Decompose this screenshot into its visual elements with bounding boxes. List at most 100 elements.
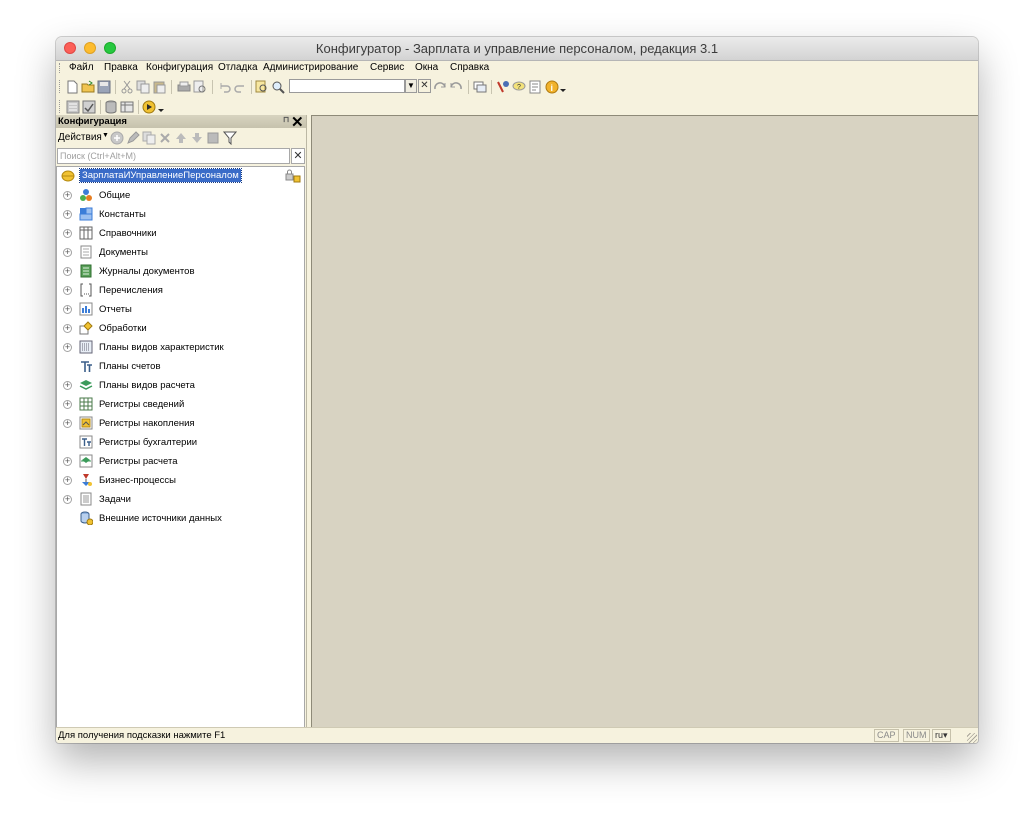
tree-item-label: Внешние источники данных <box>99 513 222 524</box>
help-chat-icon[interactable]: ? <box>512 80 526 94</box>
pin-icon[interactable]: ⊓ <box>283 115 289 124</box>
menu-edit[interactable]: Правка <box>104 62 138 73</box>
search-next-icon[interactable] <box>433 80 447 94</box>
expand-icon[interactable]: + <box>63 457 72 466</box>
configuration-root-icon <box>61 170 75 182</box>
menu-debug[interactable]: Отладка <box>218 62 258 73</box>
tree-item-external-data-sources[interactable]: Внешние источники данных <box>57 509 304 528</box>
copy-icon[interactable] <box>136 80 150 94</box>
print-preview-icon[interactable] <box>193 80 207 94</box>
expand-icon[interactable]: + <box>63 210 72 219</box>
expand-icon[interactable]: + <box>63 305 72 314</box>
windows-icon[interactable] <box>473 80 487 94</box>
clear-search-icon[interactable]: ✕ <box>418 79 431 93</box>
menu-service[interactable]: Сервис <box>370 62 404 73</box>
tree-item-label: Справочники <box>99 228 157 239</box>
expand-icon[interactable]: + <box>63 248 72 257</box>
menu-administration[interactable]: Администрирование <box>263 62 358 73</box>
title-bar[interactable]: Конфигуратор - Зарплата и управление пер… <box>56 37 978 61</box>
tree-item-enumerations[interactable]: + Перечисления <box>57 281 304 300</box>
tree-item-label: Планы видов характеристик <box>99 342 224 353</box>
toolbar-grip[interactable] <box>59 80 62 93</box>
tree-item-label: Задачи <box>99 494 131 505</box>
tree-item-label: Документы <box>99 247 148 258</box>
tree-item-business-processes[interactable]: + Бизнес-процессы <box>57 471 304 490</box>
tree-root-label: ЗарплатаИУправлениеПерсоналом <box>79 168 242 183</box>
undo-icon[interactable] <box>218 80 232 94</box>
tree-item-catalogs[interactable]: + Справочники <box>57 224 304 243</box>
new-document-icon[interactable] <box>65 80 79 94</box>
tree-item-accumulation-registers[interactable]: + Регистры накопления <box>57 414 304 433</box>
info-icon[interactable]: i <box>545 80 567 94</box>
filter-icon[interactable] <box>223 131 237 145</box>
open-configuration-icon[interactable] <box>66 100 80 114</box>
menu-grip[interactable] <box>59 63 62 73</box>
table-icon[interactable] <box>120 100 134 114</box>
tree-item-label: Общие <box>99 190 131 201</box>
panel-search-clear-icon[interactable]: ✕ <box>291 148 305 164</box>
tree-item-documents[interactable]: + Документы <box>57 243 304 262</box>
expand-icon[interactable]: + <box>63 419 72 428</box>
run-debug-icon[interactable] <box>142 100 166 114</box>
toolbar-grip[interactable] <box>59 100 62 113</box>
expand-icon[interactable]: + <box>63 476 72 485</box>
edit-icon[interactable] <box>126 131 140 145</box>
print-icon[interactable] <box>177 80 191 94</box>
tree-item-chart-of-characteristic-types[interactable]: + Планы видов характеристик <box>57 338 304 357</box>
tree-item-common[interactable]: + Общие <box>57 186 304 205</box>
expand-icon[interactable]: + <box>63 400 72 409</box>
tree-item-constants[interactable]: + Константы <box>57 205 304 224</box>
cut-icon[interactable] <box>120 80 134 94</box>
resize-grip-icon[interactable] <box>967 733 977 743</box>
expand-icon[interactable]: + <box>63 381 72 390</box>
tree-item-accounting-registers[interactable]: Регистры бухгалтерии <box>57 433 304 452</box>
paste-icon[interactable] <box>152 80 166 94</box>
tree-item-chart-of-accounts[interactable]: Планы счетов <box>57 357 304 376</box>
expand-icon[interactable]: + <box>63 267 72 276</box>
expand-icon[interactable]: + <box>63 343 72 352</box>
actions-dropdown-icon[interactable]: ▼ <box>102 132 109 139</box>
actions-menu[interactable]: Действия <box>58 132 102 143</box>
lock-icon <box>285 169 301 183</box>
tree-item-calculation-registers[interactable]: + Регистры расчета <box>57 452 304 471</box>
tree-root[interactable]: ЗарплатаИУправлениеПерсоналом <box>57 167 304 186</box>
expand-icon[interactable]: + <box>63 495 72 504</box>
menu-windows[interactable]: Окна <box>415 62 438 73</box>
tree-item-document-journals[interactable]: + Журналы документов <box>57 262 304 281</box>
toolbar-separator <box>212 80 213 94</box>
expand-icon[interactable]: + <box>63 324 72 333</box>
database-icon[interactable] <box>104 100 118 114</box>
find-in-file-icon[interactable] <box>255 80 269 94</box>
find-icon[interactable] <box>271 80 285 94</box>
tree-item-label: Обработки <box>99 323 147 334</box>
add-icon[interactable] <box>110 131 124 145</box>
update-configuration-icon[interactable] <box>82 100 96 114</box>
tree-item-chart-of-calculation-types[interactable]: + Планы видов расчета <box>57 376 304 395</box>
move-down-icon[interactable] <box>190 131 204 145</box>
panel-search-input[interactable]: Поиск (Ctrl+Alt+M) <box>57 148 290 164</box>
search-prev-icon[interactable] <box>449 80 463 94</box>
copy-item-icon[interactable] <box>142 131 156 145</box>
help-book-icon[interactable] <box>528 80 542 94</box>
menu-configuration[interactable]: Конфигурация <box>146 62 213 73</box>
menu-file[interactable]: Файл <box>69 62 94 73</box>
expand-icon[interactable]: + <box>63 286 72 295</box>
open-folder-icon[interactable] <box>81 80 95 94</box>
toolbar-search-input[interactable] <box>289 79 405 93</box>
syntax-assistant-icon[interactable] <box>496 80 510 94</box>
search-dropdown-icon[interactable]: ▼ <box>405 79 417 93</box>
redo-icon[interactable] <box>233 80 247 94</box>
tree-item-reports[interactable]: + Отчеты <box>57 300 304 319</box>
menu-help[interactable]: Справка <box>450 62 489 73</box>
save-icon[interactable] <box>97 80 111 94</box>
tree-item-information-registers[interactable]: + Регистры сведений <box>57 395 304 414</box>
status-language-selector[interactable]: ru▾ <box>932 729 951 742</box>
tree-item-label: Отчеты <box>99 304 132 315</box>
tree-item-tasks[interactable]: + Задачи <box>57 490 304 509</box>
sort-icon[interactable] <box>206 131 220 145</box>
expand-icon[interactable]: + <box>63 229 72 238</box>
tree-item-data-processors[interactable]: + Обработки <box>57 319 304 338</box>
delete-icon[interactable] <box>158 131 172 145</box>
expand-icon[interactable]: + <box>63 191 72 200</box>
move-up-icon[interactable] <box>174 131 188 145</box>
